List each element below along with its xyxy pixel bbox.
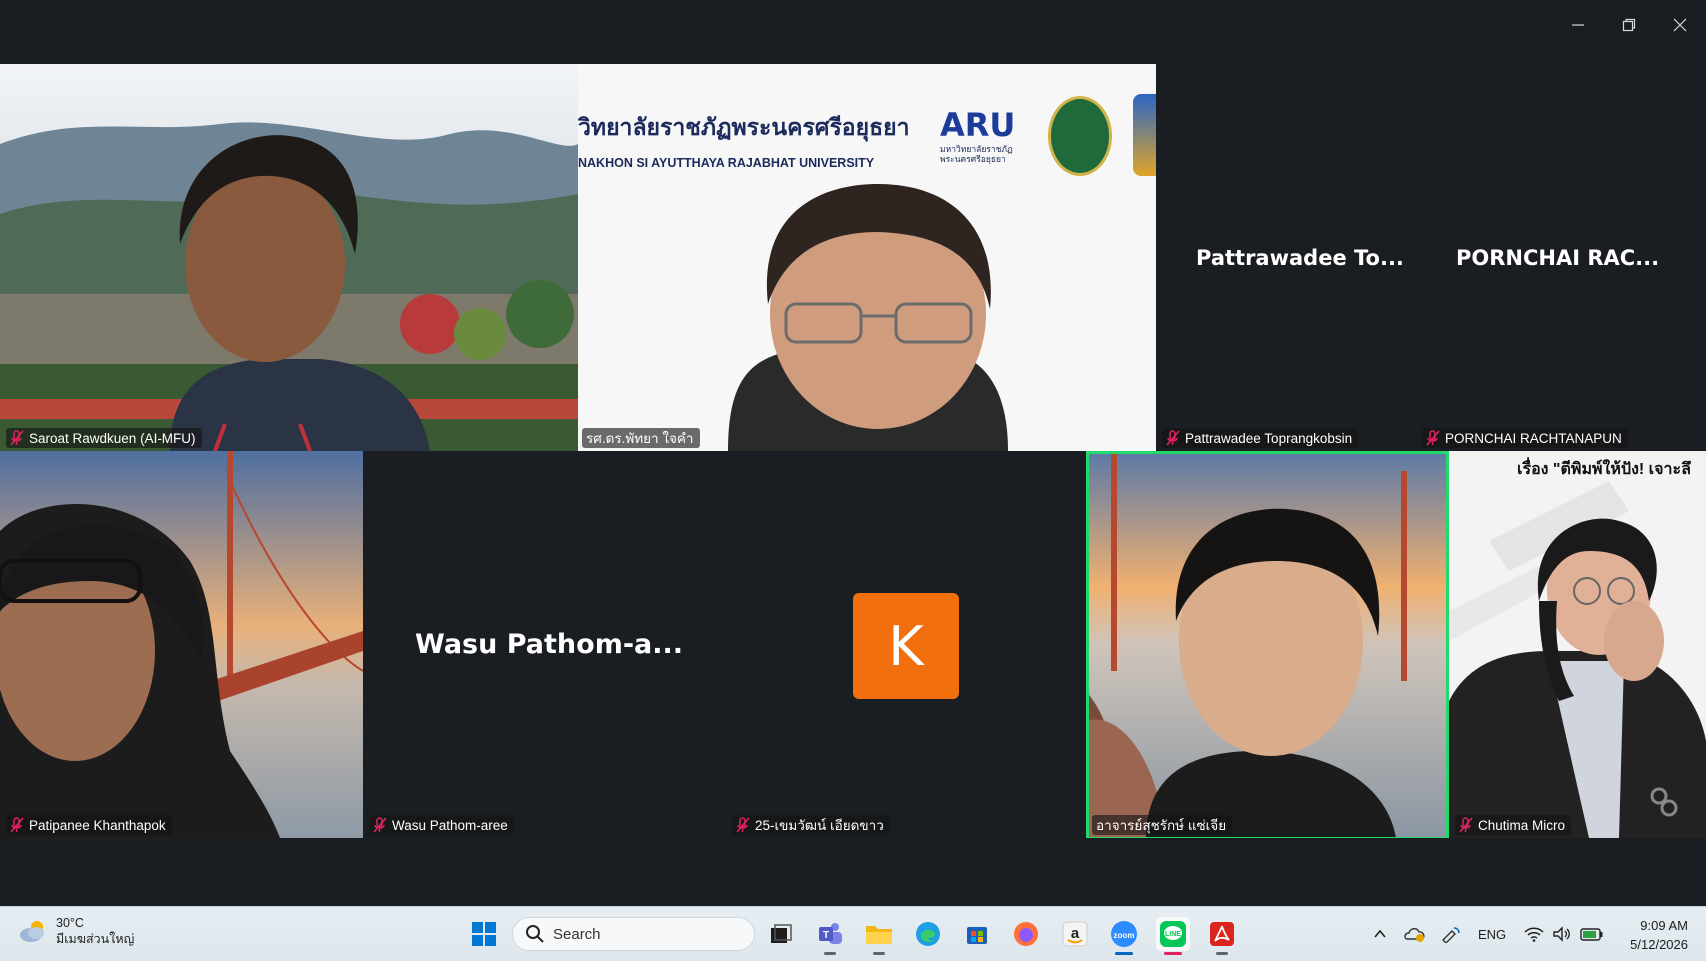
participant-tile-speaker-aru[interactable]: วิทยาลัยราชภัฏพระนครศรีอยุธยา NAKHON SI … xyxy=(578,64,1156,451)
running-indicator xyxy=(824,952,836,955)
running-indicator xyxy=(1216,952,1228,955)
chevron-up-icon[interactable] xyxy=(1372,926,1388,942)
video-feed xyxy=(1086,451,1449,838)
teams-icon[interactable]: T xyxy=(813,917,847,955)
video-feed xyxy=(1449,451,1706,838)
participant-tile-saroat[interactable]: Saroat Rawdkuen (AI-MFU) xyxy=(0,64,578,451)
clock-date: 5/12/2026 xyxy=(1630,937,1688,952)
university-name-english: NAKHON SI AYUTTHAYA RAJABHAT UNIVERSITY xyxy=(578,156,875,170)
mic-muted-icon xyxy=(10,817,24,833)
aru-logo-subtitle: มหาวิทยาลัยราชภัฏ พระนครศรีอยุธยา xyxy=(940,144,1013,164)
windows-start-icon[interactable] xyxy=(467,917,501,951)
mic-muted-icon xyxy=(1459,817,1473,833)
participant-nametag: Saroat Rawdkuen (AI-MFU) xyxy=(6,428,202,448)
line-icon[interactable]: LINE xyxy=(1156,917,1190,955)
participant-display-name: Wasu Pathom-a... xyxy=(415,629,684,660)
restore-icon[interactable] xyxy=(1609,10,1649,40)
amazon-icon[interactable]: a xyxy=(1058,917,1092,951)
participant-nametag: 25-เขมวัฒน์ เอียดขาว xyxy=(732,815,890,835)
participant-nametag: Wasu Pathom-aree xyxy=(369,815,514,835)
meeting-bottom-area xyxy=(0,838,1706,906)
running-indicator xyxy=(1164,952,1182,955)
mic-muted-icon xyxy=(373,817,387,833)
svg-text:LINE: LINE xyxy=(1165,931,1181,938)
system-clock[interactable]: 9:09 AM 5/12/2026 xyxy=(1630,916,1688,954)
weather-condition: มีเมฆส่วนใหญ่ xyxy=(56,932,135,946)
university-name-thai: วิทยาลัยราชภัฏพระนครศรีอยุธยา xyxy=(578,114,910,141)
partner-logo-icon xyxy=(1133,94,1156,176)
participant-display-name: Pattrawadee To... xyxy=(1196,246,1404,270)
mic-muted-icon xyxy=(736,817,750,833)
file-explorer-icon[interactable] xyxy=(862,917,896,955)
search-icon xyxy=(526,925,544,943)
battery-icon[interactable] xyxy=(1580,926,1604,942)
onedrive-icon[interactable] xyxy=(1404,925,1426,943)
weather-widget[interactable]: 30°C มีเมฆส่วนใหญ่ xyxy=(18,915,134,947)
wifi-icon[interactable] xyxy=(1524,926,1544,942)
participant-nametag: Pattrawadee Toprangkobsin xyxy=(1162,428,1359,448)
participant-tile-sutharak[interactable]: อาจารย์สุชรักษ์ แซ่เจีย xyxy=(1086,451,1449,838)
participant-tile-chutima[interactable]: เรื่อง "ตีพิมพ์ให้ปัง! เจาะลึ Chutima Mi… xyxy=(1449,451,1706,838)
participant-tile-pattrawadee[interactable]: Pattrawadee To... Pattrawadee Toprangkob… xyxy=(1156,64,1416,451)
volume-icon[interactable] xyxy=(1552,926,1572,942)
participant-nametag: Chutima Micro xyxy=(1455,815,1572,835)
svg-text:T: T xyxy=(823,930,829,941)
participant-tile-khemwat[interactable]: K 25-เขมวัฒน์ เอียดขาว xyxy=(726,451,1086,838)
participant-tile-pornchai[interactable]: PORNCHAI RAC... PORNCHAI RACHTANAPUN xyxy=(1416,64,1706,451)
task-view-icon[interactable] xyxy=(764,917,798,951)
participant-nametag: รศ.ดร.พัทยา ใจคำ xyxy=(582,428,700,448)
acrobat-icon[interactable] xyxy=(1205,917,1239,955)
system-tray: ENG xyxy=(1372,907,1604,961)
participant-display-name: PORNCHAI RAC... xyxy=(1456,246,1660,270)
close-icon[interactable] xyxy=(1660,10,1700,40)
participant-tile-wasu[interactable]: Wasu Pathom-a... Wasu Pathom-aree xyxy=(363,451,726,838)
participant-tile-patipanee[interactable]: Patipanee Khanthapok xyxy=(0,451,363,838)
video-feed xyxy=(0,64,578,451)
svg-text:a: a xyxy=(1071,925,1080,942)
taskbar-search-box[interactable]: Search xyxy=(512,917,755,951)
svg-text:zoom: zoom xyxy=(1114,931,1135,940)
participant-nametag: Patipanee Khanthapok xyxy=(6,815,172,835)
store-icon[interactable] xyxy=(960,917,994,951)
minimize-icon[interactable] xyxy=(1558,10,1598,40)
clock-time: 9:09 AM xyxy=(1640,918,1688,933)
firefox-icon[interactable] xyxy=(1009,917,1043,951)
video-feed xyxy=(0,451,363,838)
zoom-icon[interactable]: zoom xyxy=(1107,917,1141,955)
aru-logo: ARU xyxy=(940,106,1016,144)
participant-nametag: PORNCHAI RACHTANAPUN xyxy=(1422,428,1628,448)
cloud-sun-icon xyxy=(20,921,44,942)
window-titlebar xyxy=(0,0,1706,58)
participant-nametag: อาจารย์สุชรักษ์ แซ่เจีย xyxy=(1092,815,1233,835)
mic-muted-icon xyxy=(10,430,24,446)
windows-taskbar: 30°C มีเมฆส่วนใหญ่ Search T a zoom LINE xyxy=(0,906,1706,961)
presentation-title-text: เรื่อง "ตีพิมพ์ให้ปัง! เจาะลึ xyxy=(1517,461,1691,478)
weather-temperature: 30°C xyxy=(56,916,84,930)
participant-avatar: K xyxy=(853,593,959,699)
pen-icon[interactable] xyxy=(1440,925,1462,943)
running-indicator xyxy=(1115,952,1133,955)
mic-muted-icon xyxy=(1166,430,1180,446)
university-seal-icon xyxy=(1048,96,1112,176)
input-language[interactable]: ENG xyxy=(1478,927,1506,942)
edge-icon[interactable] xyxy=(911,917,945,951)
running-indicator xyxy=(873,952,885,955)
mic-muted-icon xyxy=(1426,430,1440,446)
